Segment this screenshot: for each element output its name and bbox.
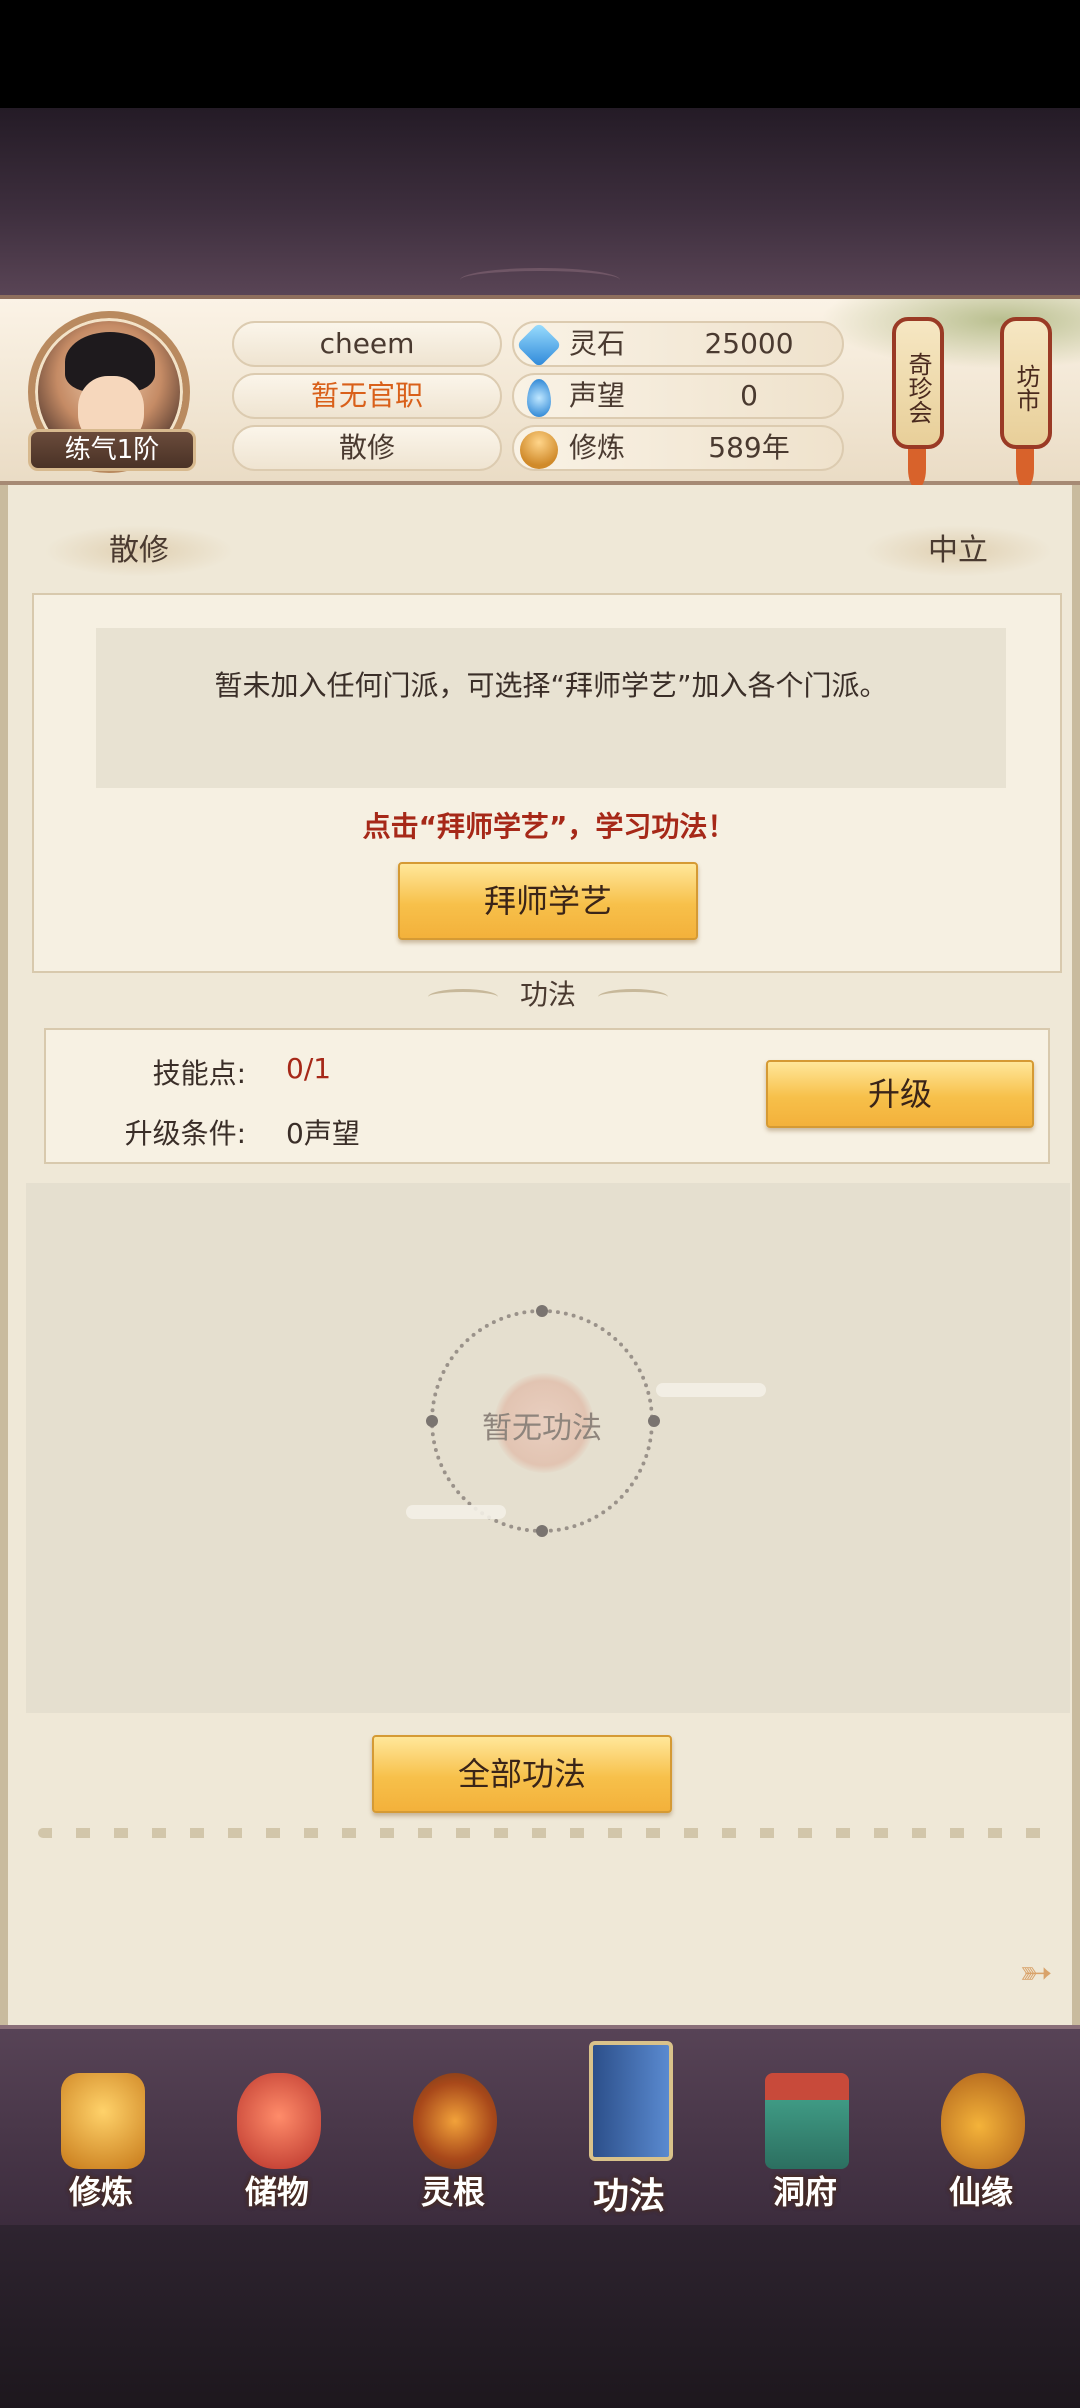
player-sect: 散修 xyxy=(232,425,502,471)
sect-message: 暂未加入任何门派，可选择“拜师学艺”加入各个门派。 xyxy=(96,628,1006,788)
market-button[interactable]: 坊市 xyxy=(1000,317,1052,449)
nav-item-storage[interactable]: 储物 xyxy=(202,2059,352,2229)
player-header: 练气1阶 cheem 暂无官职 散修 灵石 25000 声望 0 修炼 589年… xyxy=(0,295,1080,489)
upgrade-button[interactable]: 升级 xyxy=(766,1060,1034,1128)
cloud-ornament-icon xyxy=(428,989,498,1005)
cloud-decoration xyxy=(656,1383,766,1397)
stat-cultivation[interactable]: 修炼 589年 xyxy=(512,425,844,471)
ring-dot xyxy=(536,1525,548,1537)
ring-dot xyxy=(536,1305,548,1317)
stat-reputation[interactable]: 声望 0 xyxy=(512,373,844,419)
ornamental-divider xyxy=(38,1828,1058,1838)
reputation-icon xyxy=(527,379,551,417)
skill-book-icon xyxy=(589,2041,673,2161)
player-name: cheem xyxy=(232,321,502,367)
skills-section-header: 功法 xyxy=(8,975,1080,1015)
skill-points-value: 0/1 xyxy=(286,1052,332,1085)
skills-section-title: 功法 xyxy=(519,978,576,1011)
nav-label: 洞府 xyxy=(772,2173,837,2211)
skill-list-area: 暂无功法 xyxy=(26,1183,1070,1713)
top-ornament xyxy=(460,268,620,292)
immortal-fate-icon xyxy=(941,2073,1025,2169)
cloud-ornament-icon xyxy=(598,989,668,1005)
stat-value: 589年 xyxy=(708,431,790,464)
treasure-fair-button[interactable]: 奇珍会 xyxy=(892,317,944,449)
nav-label: 储物 xyxy=(244,2173,309,2211)
nav-item-skills[interactable]: 功法 xyxy=(554,2041,704,2229)
stat-value: 25000 xyxy=(704,327,794,360)
sect-tag: 散修 xyxy=(44,525,234,577)
main-panel: 散修 中立 暂未加入任何门派，可选择“拜师学艺”加入各个门派。 点击“拜师学艺”… xyxy=(0,485,1080,2025)
nav-item-cultivation[interactable]: 修炼 xyxy=(26,2059,176,2229)
nav-label: 仙缘 xyxy=(948,2173,1013,2211)
bottom-navigation: 修炼 储物 灵根 功法 洞府 仙缘 xyxy=(0,2025,1080,2225)
player-office: 暂无官职 xyxy=(232,373,502,419)
status-bar xyxy=(0,0,1080,108)
tassel-icon xyxy=(1016,449,1034,489)
empty-skills-text: 暂无功法 xyxy=(482,1411,602,1446)
skill-points-box: 技能点: 0/1 升级条件: 0声望 升级 xyxy=(44,1028,1050,1164)
sect-hint: 点击“拜师学艺”，学习功法！ xyxy=(362,810,736,843)
nav-label: 修炼 xyxy=(68,2173,133,2211)
rank-badge: 练气1阶 xyxy=(28,429,196,471)
all-skills-button[interactable]: 全部功法 xyxy=(372,1735,672,1813)
alignment-tag: 中立 xyxy=(863,525,1053,577)
nav-label: 灵根 xyxy=(420,2173,485,2211)
nav-item-immortal-fate[interactable]: 仙缘 xyxy=(906,2059,1056,2229)
spirit-root-icon xyxy=(413,2073,497,2169)
stat-label: 声望 xyxy=(569,379,626,412)
stat-label: 灵石 xyxy=(569,327,626,360)
bottom-decoration xyxy=(0,2225,1080,2408)
top-decoration xyxy=(0,108,1080,298)
cultivation-icon xyxy=(520,431,558,469)
cave-dwelling-icon xyxy=(765,2073,849,2169)
nav-item-spirit-root[interactable]: 灵根 xyxy=(378,2059,528,2229)
tassel-icon xyxy=(908,449,926,489)
upgrade-condition-value: 0声望 xyxy=(286,1117,360,1150)
apprentice-button[interactable]: 拜师学艺 xyxy=(398,862,698,940)
sect-info-box: 暂未加入任何门派，可选择“拜师学艺”加入各个门派。 点击“拜师学艺”，学习功法！… xyxy=(32,593,1062,973)
nav-label: 功法 xyxy=(592,2176,665,2217)
cloud-decoration xyxy=(406,1505,506,1519)
nav-item-cave[interactable]: 洞府 xyxy=(730,2059,880,2229)
storage-bag-icon xyxy=(237,2073,321,2169)
skill-points-label: 技能点: xyxy=(152,1057,246,1090)
next-arrow-icon[interactable]: ➳ xyxy=(1013,1950,1059,1996)
spirit-stone-icon xyxy=(516,322,562,368)
stat-spirit-stone[interactable]: 灵石 25000 xyxy=(512,321,844,368)
upgrade-condition-label: 升级条件: xyxy=(124,1117,246,1150)
stat-label: 修炼 xyxy=(569,431,626,464)
cultivation-nav-icon xyxy=(61,2073,145,2169)
stat-value: 0 xyxy=(740,379,758,412)
